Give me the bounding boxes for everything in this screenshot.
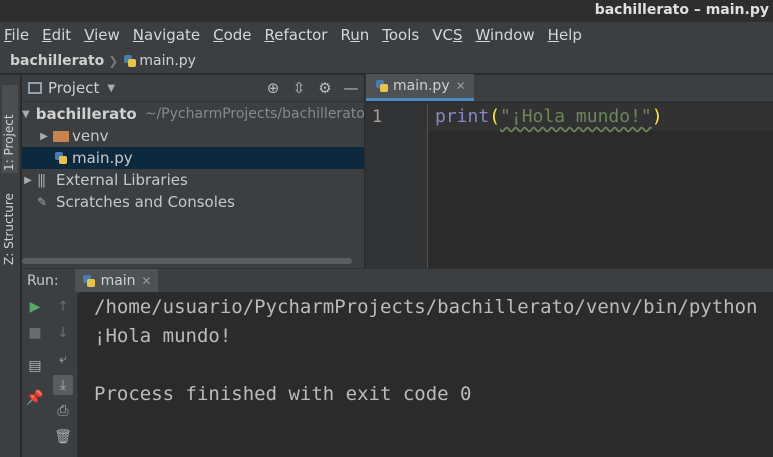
menu-run[interactable]: Run: [340, 26, 369, 44]
library-icon: |||: [37, 173, 46, 188]
window-title: bachillerato – main.py: [594, 2, 769, 18]
code-function: print: [435, 106, 490, 127]
menu-refactor[interactable]: Refactor: [265, 26, 328, 44]
code-paren-close: ): [651, 106, 663, 127]
breadcrumb: bachillerato ❯ main.py: [0, 48, 773, 74]
menu-navigate[interactable]: Navigate: [133, 26, 200, 44]
play-icon[interactable]: ▶: [25, 297, 45, 317]
chevron-right-icon[interactable]: ▶: [38, 131, 50, 142]
line-gutter: 1: [366, 103, 428, 270]
project-view-icon: [28, 82, 42, 94]
chevron-right-icon: ❯: [108, 53, 119, 68]
project-panel: Project ▼ ⊕ ⇳ ⚙ — ▼ bachillerato ~/Pycha…: [22, 75, 364, 270]
run-console[interactable]: /home/usuario/PycharmProjects/bachillera…: [79, 292, 773, 457]
print-icon[interactable]: ⎙: [53, 401, 73, 421]
menu-bar: File Edit View Navigate Code Refactor Ru…: [0, 22, 773, 48]
code-string: "¡Hola mundo!": [500, 106, 652, 127]
tree-item-project-root[interactable]: ▼ bachillerato ~/PycharmProjects/bachill…: [22, 103, 364, 125]
trash-icon[interactable]: 🗑: [53, 427, 73, 447]
scroll-to-end-icon[interactable]: ⤓: [53, 375, 73, 395]
console-line: ¡Hola mundo!: [94, 325, 232, 347]
crosshair-icon[interactable]: ⊕: [264, 79, 282, 97]
breadcrumb-file[interactable]: main.py: [139, 53, 196, 69]
menu-vcs[interactable]: VCS: [432, 26, 462, 44]
tree-item-external-libraries[interactable]: ▶ ||| External Libraries: [22, 169, 364, 191]
tree-item-path: ~/PycharmProjects/bachillerato: [144, 106, 364, 122]
arrow-down-icon[interactable]: ↓: [53, 323, 73, 343]
left-tool-strip-bottom: [0, 270, 21, 457]
tree-item-label: External Libraries: [56, 171, 188, 189]
folder-icon: [53, 130, 69, 142]
console-line: /home/usuario/PycharmProjects/bachillera…: [94, 296, 758, 318]
run-toolbar-primary: ▶ ■ ▤ 📌: [22, 292, 48, 457]
soft-wrap-icon[interactable]: ⤶: [53, 349, 73, 369]
tree-item-label: Scratches and Consoles: [56, 193, 235, 211]
run-toolbar-secondary: ↑ ↓ ⤶ ⤓ ⎙ 🗑: [48, 292, 78, 457]
tree-item-main-py[interactable]: main.py: [22, 147, 364, 169]
pin-icon[interactable]: 📌: [25, 388, 45, 408]
python-file-icon: [53, 151, 69, 165]
menu-tools[interactable]: Tools: [382, 26, 419, 44]
tree-item-label: bachillerato: [35, 105, 137, 123]
title-bar: bachillerato – main.py: [0, 0, 773, 22]
tree-item-venv[interactable]: ▶ venv: [22, 125, 364, 147]
minimize-icon[interactable]: —: [342, 79, 360, 97]
menu-window[interactable]: Window: [475, 26, 534, 44]
editor-tab-main-py[interactable]: main.py ✕: [366, 74, 474, 101]
code-line[interactable]: print("¡Hola mundo!"): [435, 106, 663, 127]
tree-item-scratches[interactable]: ✎ Scratches and Consoles: [22, 191, 364, 213]
close-icon[interactable]: ✕: [456, 79, 466, 93]
collapse-icon[interactable]: ⇳: [290, 79, 308, 97]
line-number: 1: [372, 107, 383, 127]
python-file-icon: [122, 54, 137, 68]
tree-item-label: venv: [72, 127, 109, 145]
menu-edit[interactable]: Edit: [42, 26, 71, 44]
gear-icon[interactable]: ⚙: [316, 79, 334, 97]
tool-tab-structure[interactable]: Z: Structure: [2, 185, 18, 265]
menu-code[interactable]: Code: [213, 26, 251, 44]
code-paren-open: (: [489, 106, 501, 127]
run-label: Run:: [27, 272, 59, 289]
run-panel-header: Run: main ✕: [22, 268, 773, 293]
chevron-down-icon[interactable]: ▼: [107, 83, 115, 94]
python-file-icon: [374, 79, 390, 93]
scratches-icon: ✎: [37, 195, 48, 209]
menu-view[interactable]: View: [84, 26, 120, 44]
tree-item-label: main.py: [72, 149, 133, 167]
run-tab-main[interactable]: main ✕: [74, 268, 158, 293]
menu-help[interactable]: Help: [548, 26, 582, 44]
editor-tab-label: main.py: [393, 78, 450, 94]
project-horizontal-scrollbar[interactable]: [22, 258, 352, 264]
console-line: Process finished with exit code 0: [94, 383, 472, 405]
project-panel-header: Project ▼ ⊕ ⇳ ⚙ —: [22, 75, 364, 102]
stop-icon[interactable]: ■: [25, 323, 45, 343]
layout-icon[interactable]: ▤: [25, 356, 45, 376]
chevron-right-icon[interactable]: ▶: [22, 175, 34, 186]
editor-tabs: main.py ✕: [366, 74, 773, 102]
left-tool-strip: 1: Project Z: Structure: [0, 75, 21, 270]
breadcrumb-project[interactable]: bachillerato: [10, 53, 104, 69]
project-view-label[interactable]: Project: [48, 79, 99, 97]
run-tab-label: main: [100, 272, 136, 289]
python-icon: [81, 274, 97, 288]
chevron-down-icon[interactable]: ▼: [22, 109, 30, 120]
tool-tab-project[interactable]: 1: Project: [2, 85, 18, 173]
menu-file[interactable]: File: [4, 26, 29, 44]
editor: main.py ✕ 1 print("¡Hola mundo!"): [365, 74, 773, 270]
close-icon[interactable]: ✕: [142, 274, 152, 288]
arrow-up-icon[interactable]: ↑: [53, 297, 73, 317]
